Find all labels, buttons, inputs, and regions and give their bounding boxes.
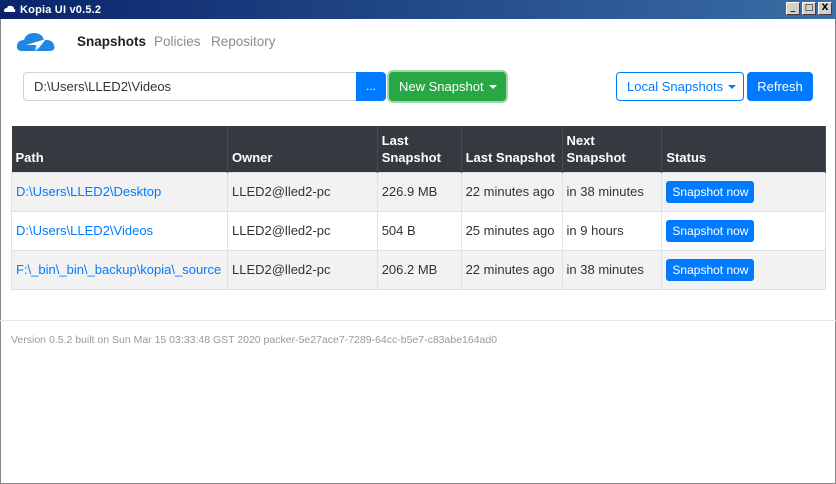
nav-snapshots[interactable]: Snapshots [77, 34, 146, 49]
nav-policies[interactable]: Policies [154, 34, 201, 49]
size-cell: 226.9 MB [377, 171, 462, 211]
snapshots-table: Path Owner Last Snapshot Last Snapshot N… [11, 126, 826, 290]
path-cell: F:\_bin\_bin\_backup\kopia\_source [11, 249, 228, 290]
new-snapshot-label: New Snapshot [399, 79, 484, 94]
close-button[interactable]: X [818, 2, 832, 15]
last-snapshot-cell: 22 minutes ago [461, 249, 563, 290]
header-last-snapshot-time[interactable]: Last Snapshot [461, 126, 563, 172]
status-cell: Snapshot now [661, 171, 826, 211]
browse-button[interactable]: ... [356, 72, 386, 101]
header-next-snapshot[interactable]: Next Snapshot [562, 126, 663, 172]
header-path[interactable]: Path [11, 126, 228, 172]
status-cell: Snapshot now [661, 210, 826, 250]
nav-repository[interactable]: Repository [211, 34, 276, 49]
table-header-row: Path Owner Last Snapshot Last Snapshot N… [11, 126, 826, 172]
owner-cell: LLED2@lled2-pc [227, 210, 378, 250]
window-title: Kopia UI v0.5.2 [20, 3, 102, 16]
app-icon [3, 3, 16, 16]
new-snapshot-button[interactable]: New Snapshot [389, 72, 506, 101]
window-title-bar: Kopia UI v0.5.2 _ □ X [0, 0, 836, 19]
owner-cell: LLED2@lled2-pc [227, 249, 378, 290]
next-snapshot-cell: in 9 hours [562, 210, 663, 250]
next-snapshot-cell: in 38 minutes [562, 249, 663, 290]
snapshot-now-button[interactable]: Snapshot now [666, 180, 755, 203]
last-snapshot-cell: 22 minutes ago [461, 171, 563, 211]
path-input[interactable] [23, 72, 356, 101]
header-status[interactable]: Status [661, 126, 826, 172]
path-cell: D:\Users\LLED2\Videos [11, 210, 228, 250]
path-link[interactable]: D:\Users\LLED2\Videos [16, 223, 153, 238]
header-owner[interactable]: Owner [227, 126, 378, 172]
version-footer: Version 0.5.2 built on Sun Mar 15 03:33:… [11, 334, 498, 346]
local-snapshots-label: Local Snapshots [627, 79, 724, 94]
table-row: D:\Users\LLED2\Desktop LLED2@lled2-pc 22… [11, 171, 826, 211]
next-snapshot-cell: in 38 minutes [562, 171, 663, 211]
kopia-logo-icon[interactable] [16, 29, 58, 57]
table-row: D:\Users\LLED2\Videos LLED2@lled2-pc 504… [11, 210, 826, 250]
path-link[interactable]: F:\_bin\_bin\_backup\kopia\_source [16, 262, 221, 277]
size-cell: 504 B [377, 210, 462, 250]
window-controls: _ □ X [786, 2, 832, 15]
size-cell: 206.2 MB [377, 249, 462, 290]
last-snapshot-cell: 25 minutes ago [461, 210, 563, 250]
snapshot-now-button[interactable]: Snapshot now [666, 219, 755, 242]
refresh-button[interactable]: Refresh [747, 72, 813, 101]
snapshot-now-button[interactable]: Snapshot now [666, 258, 755, 281]
path-link[interactable]: D:\Users\LLED2\Desktop [16, 184, 161, 199]
owner-cell: LLED2@lled2-pc [227, 171, 378, 211]
caret-down-icon [488, 84, 497, 89]
header-last-snapshot-size[interactable]: Last Snapshot [377, 126, 462, 172]
table-row: F:\_bin\_bin\_backup\kopia\_source LLED2… [11, 249, 826, 290]
footer-divider [0, 320, 836, 321]
maximize-button[interactable]: □ [802, 2, 816, 15]
caret-down-icon [728, 84, 737, 89]
minimize-button[interactable]: _ [786, 2, 800, 15]
local-snapshots-dropdown[interactable]: Local Snapshots [616, 72, 744, 101]
path-cell: D:\Users\LLED2\Desktop [11, 171, 228, 211]
status-cell: Snapshot now [661, 249, 826, 290]
